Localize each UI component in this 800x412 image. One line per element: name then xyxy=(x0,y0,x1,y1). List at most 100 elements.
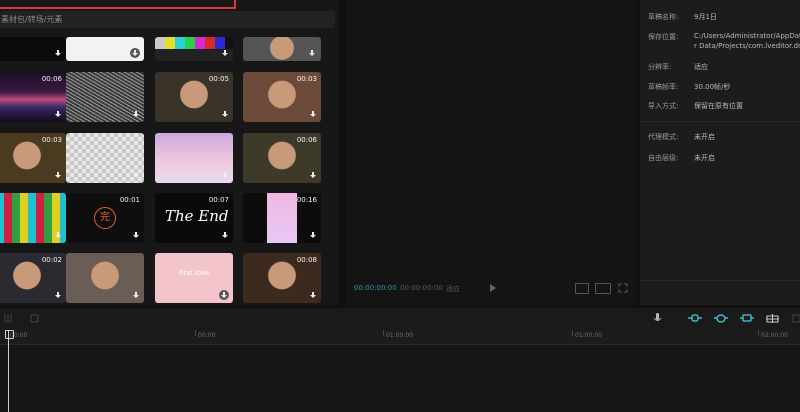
thumb-man-close[interactable]: 00:08 xyxy=(243,253,321,303)
prop-label-proxy: 代理模式: xyxy=(648,133,679,141)
thumb-pink-vertical[interactable]: 00:16 xyxy=(243,193,321,243)
thumb-smile-woman[interactable]: 00:03 xyxy=(243,72,321,122)
thumb-black-1[interactable] xyxy=(0,37,66,61)
duration-label: 00:06 xyxy=(41,75,62,83)
prop-label-framerate: 草稿帧率: xyxy=(648,83,679,91)
download-icon[interactable] xyxy=(309,232,317,240)
current-time: 00:00:00:00 xyxy=(354,284,397,292)
download-icon[interactable] xyxy=(132,172,140,180)
link-main-track-icon[interactable] xyxy=(688,314,702,323)
draft-properties-panel: 草稿名称: 9月1日 保存位置: C:/Users/Administrator/… xyxy=(640,0,800,305)
prop-value-framerate: 30.00帧/秒 xyxy=(694,83,731,91)
thumb-men-suits[interactable]: 00:02 xyxy=(0,253,66,303)
duration-label: 00:08 xyxy=(296,256,317,264)
divider xyxy=(640,280,800,281)
thumb-static[interactable] xyxy=(66,72,144,122)
play-icon[interactable] xyxy=(490,284,496,292)
thumb-man-face[interactable] xyxy=(243,37,321,61)
pink-thumb-text: first love xyxy=(179,269,210,277)
duration-label: 00:07 xyxy=(208,196,229,204)
download-icon[interactable] xyxy=(309,111,317,119)
wan-stamp-text: 完 xyxy=(94,207,116,229)
the-end-text: The End xyxy=(165,207,229,225)
download-icon[interactable] xyxy=(221,50,229,58)
download-icon[interactable] xyxy=(309,292,317,300)
thumb-two-men[interactable]: 00:05 xyxy=(155,72,233,122)
timeline-ruler[interactable]: 00:00 00:00 01:00:00 01:00:00 02:00:00 xyxy=(0,330,800,345)
prop-value-name: 9月1日 xyxy=(694,13,717,21)
download-icon[interactable] xyxy=(54,111,62,119)
ruler-tick-label: 01:00:00 xyxy=(575,332,602,339)
select-tool-icon[interactable] xyxy=(4,314,12,323)
download-icon[interactable] xyxy=(132,232,140,240)
thumb-desert-figure[interactable]: 00:06 xyxy=(243,133,321,183)
crop-icon[interactable] xyxy=(575,283,589,294)
thumb-dancing-woman[interactable] xyxy=(66,253,144,303)
timeline-panel: 00:00 00:00 01:00:00 01:00:00 02:00:00 xyxy=(0,308,800,412)
prop-label-layer: 自由层级: xyxy=(648,154,679,162)
thumb-pink-text[interactable]: first love xyxy=(155,253,233,303)
duration-label: 00:01 xyxy=(119,196,140,204)
breadcrumb: 素材包/转场/元素 xyxy=(1,15,63,24)
download-icon[interactable] xyxy=(54,50,62,58)
prop-label-import: 导入方式: xyxy=(648,102,679,110)
split-icon[interactable] xyxy=(30,314,39,323)
prop-label-name: 草稿名称: xyxy=(648,13,679,21)
ruler-tick-label: 01:00:00 xyxy=(386,332,413,339)
media-panel: 素材包/转场/元素 00:06 00:05 00:03 00:03 00:06 00:01… xyxy=(0,0,338,305)
download-icon[interactable] xyxy=(219,290,229,300)
download-icon[interactable] xyxy=(132,292,140,300)
ruler-tick xyxy=(572,330,573,336)
thumb-the-end[interactable]: 00:07 The End xyxy=(155,193,233,243)
microphone-icon[interactable] xyxy=(653,313,662,322)
thumb-lines[interactable]: 00:06 xyxy=(0,72,66,122)
download-icon[interactable] xyxy=(221,172,229,180)
ruler-tick xyxy=(383,330,384,336)
thumb-wan-circle[interactable]: 00:01 完 xyxy=(66,193,144,243)
download-icon[interactable] xyxy=(54,172,62,180)
thumb-transparent[interactable] xyxy=(66,133,144,183)
fullscreen-icon[interactable] xyxy=(618,283,628,293)
ruler-tick xyxy=(758,330,759,336)
prop-value-layer: 未开启 xyxy=(694,154,715,162)
thumb-pink-clouds[interactable] xyxy=(155,133,233,183)
magnet-snap-icon[interactable] xyxy=(714,314,728,323)
playhead[interactable] xyxy=(8,330,9,412)
prop-label-resolution: 分辨率: xyxy=(648,63,672,71)
download-icon[interactable] xyxy=(54,232,62,240)
ruler-tick xyxy=(195,330,196,336)
divider xyxy=(640,121,800,122)
download-icon[interactable] xyxy=(54,292,62,300)
ruler-tick-label: 02:00:00 xyxy=(761,332,788,339)
linkage-icon[interactable] xyxy=(740,314,754,323)
playhead-handle[interactable] xyxy=(5,330,14,339)
download-icon[interactable] xyxy=(130,48,140,58)
duration-label: 00:05 xyxy=(208,75,229,83)
download-icon[interactable] xyxy=(221,232,229,240)
duration-label: 00:02 xyxy=(41,256,62,264)
timeline-toolbar xyxy=(0,308,800,330)
prop-value-resolution: 适应 xyxy=(694,63,708,71)
download-icon[interactable] xyxy=(132,111,140,119)
thumb-colorbars[interactable] xyxy=(155,37,233,61)
download-icon[interactable] xyxy=(307,48,317,58)
zoom-icon[interactable] xyxy=(792,314,800,323)
prop-value-location-line2: r Data/Projects/com.lveditor.dr xyxy=(694,42,800,50)
ratio-label[interactable]: 适应 xyxy=(446,284,460,294)
duration-label: 00:03 xyxy=(41,136,62,144)
prop-value-import: 保留在原有位置 xyxy=(694,102,743,110)
preview-panel: 00:00:00:00 00:00:00:00 适应 xyxy=(346,0,636,305)
prop-value-location-line1: C:/Users/Administrator/AppDat xyxy=(694,32,800,40)
download-icon[interactable] xyxy=(221,111,229,119)
thumb-test-card[interactable] xyxy=(0,193,66,243)
media-breadcrumb-bar[interactable]: 素材包/转场/元素 xyxy=(0,11,335,28)
prop-value-proxy: 未开启 xyxy=(694,133,715,141)
download-icon[interactable] xyxy=(309,172,317,180)
thumb-white[interactable] xyxy=(66,37,144,61)
selection-highlight-box xyxy=(0,0,236,9)
ruler-tick-label: 00:00 xyxy=(198,332,216,339)
preview-axis-icon[interactable] xyxy=(766,314,779,323)
prop-label-location: 保存位置: xyxy=(648,33,679,41)
aspect-ratio-icon[interactable] xyxy=(595,283,611,294)
thumb-laughing-man[interactable]: 00:03 xyxy=(0,133,66,183)
